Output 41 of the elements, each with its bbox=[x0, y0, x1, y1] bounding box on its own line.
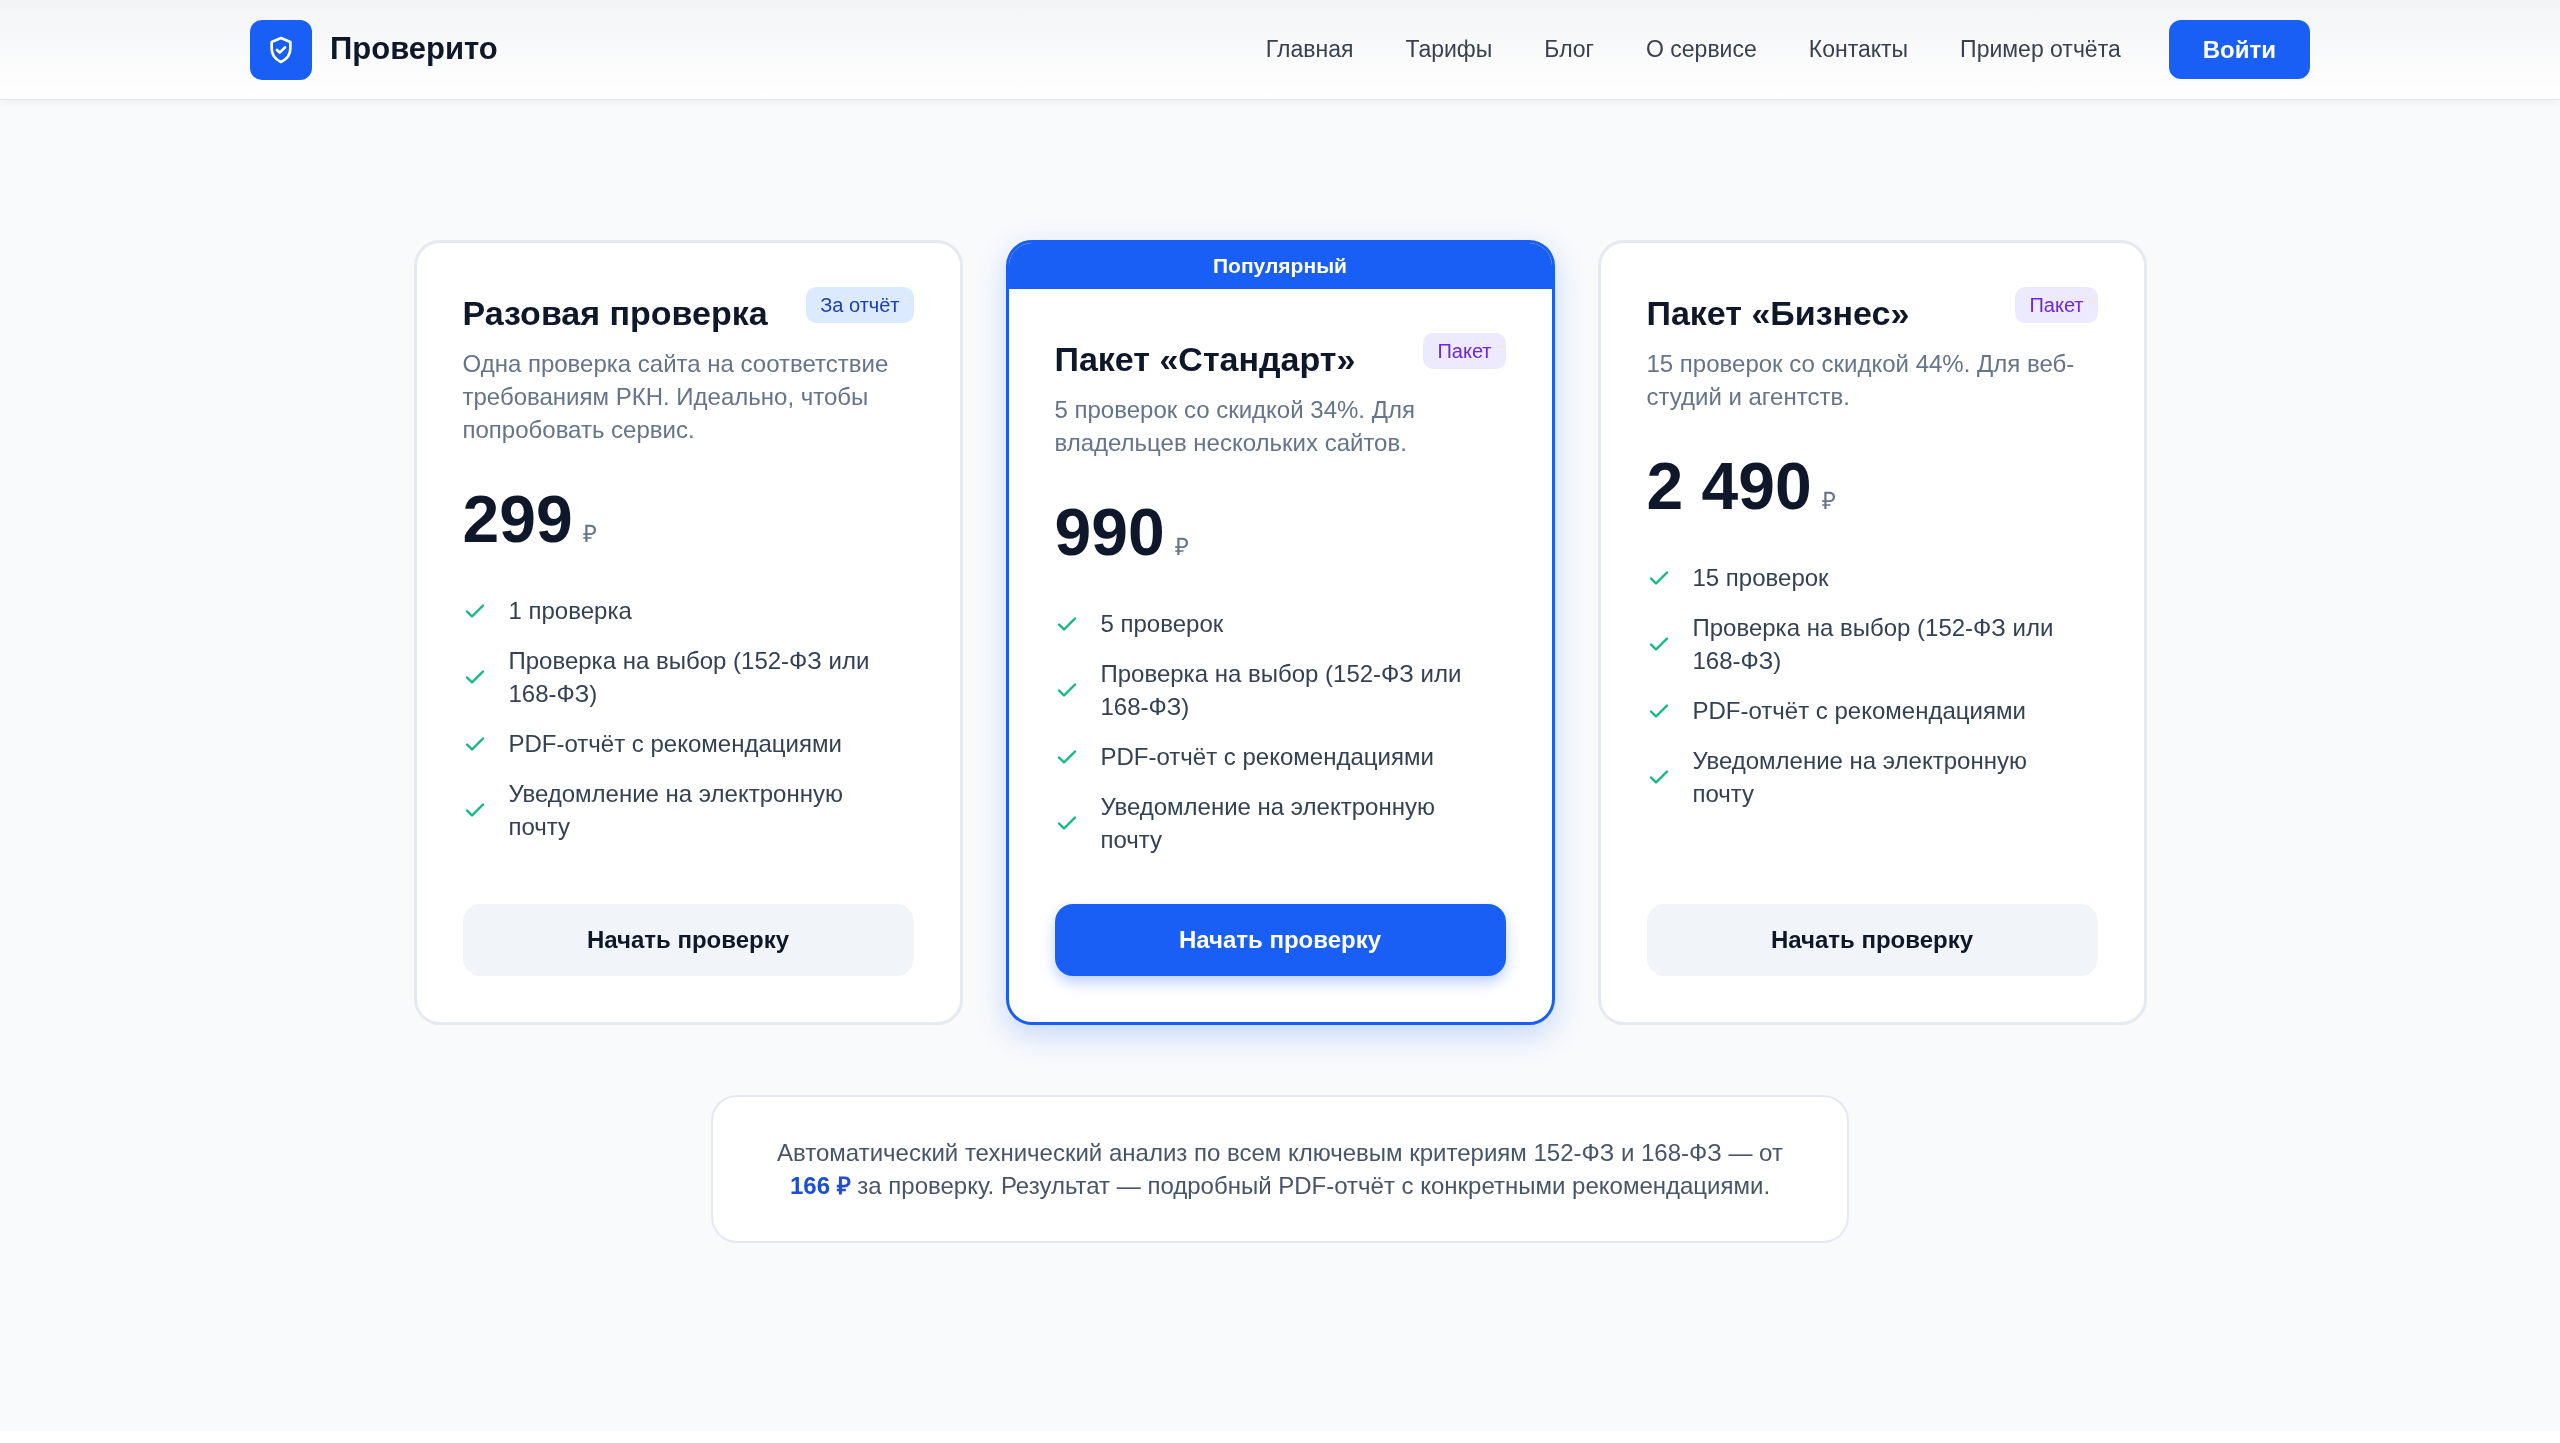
plan-price: 990 bbox=[1054, 499, 1165, 566]
nav-link[interactable]: Блог bbox=[1544, 32, 1594, 67]
feature-text: Уведомление на электронную почту bbox=[508, 779, 844, 843]
nav-link[interactable]: Тарифы bbox=[1405, 32, 1493, 67]
plan-title: Пакет «Стандарт» bbox=[1054, 339, 1356, 380]
plan-tag: Пакет bbox=[1423, 333, 1506, 369]
brand-name[interactable]: Проверито bbox=[330, 26, 498, 73]
plan-tag: Пакет bbox=[2015, 287, 2098, 323]
start-check-button[interactable]: Начать проверку bbox=[462, 904, 914, 977]
feature-text: Проверка на выбор (152-ФЗ или 168-ФЗ) bbox=[1692, 613, 2055, 677]
feature-text: Уведомление на электронную почту bbox=[1692, 746, 2028, 810]
currency-sign: ₽ bbox=[582, 519, 597, 550]
plan-description: Одна проверка сайта на соответствие требованиям РКН. Идеально, чтобы попробовать сервис. bbox=[462, 349, 890, 446]
feature-text: Уведомление на электронную почту bbox=[1100, 792, 1436, 856]
plan-description: 15 проверок со скидкой 44%. Для веб-студий и агентств. bbox=[1646, 349, 2076, 413]
nav-link[interactable]: Контакты bbox=[1808, 32, 1909, 67]
currency-sign: ₽ bbox=[1174, 532, 1189, 563]
nav-link[interactable]: Главная bbox=[1265, 32, 1354, 67]
info-note-text: Автоматический технический анализ по всем ключевым критериям 152-ФЗ и 168-ФЗ — от 166 ₽ за проверку. Результат — подробный PDF-отчёт с конкретными рекомендациями. bbox=[776, 1138, 1784, 1202]
plan-price: 2 490 bbox=[1646, 453, 1812, 520]
feature-text: Проверка на выбор (152-ФЗ или 168-ФЗ) bbox=[508, 646, 871, 710]
feature-text: PDF-отчёт с рекомендациями bbox=[508, 729, 842, 760]
feature-text: Проверка на выбор (152-ФЗ или 168-ФЗ) bbox=[1100, 659, 1463, 723]
plan-description: 5 проверок со скидкой 34%. Для владельцев нескольких сайтов. bbox=[1054, 395, 1416, 459]
nav-link[interactable]: О сервисе bbox=[1646, 32, 1757, 67]
login-button[interactable]: Войти bbox=[2168, 20, 2310, 79]
plan-title: Пакет «Бизнес» bbox=[1646, 293, 1910, 334]
feature-text: 1 проверка bbox=[508, 596, 632, 627]
feature-text: PDF-отчёт с рекомендациями bbox=[1100, 742, 1434, 773]
plan-tag: За отчёт bbox=[806, 287, 914, 323]
currency-sign: ₽ bbox=[1821, 486, 1836, 517]
feature-text: 5 проверок bbox=[1100, 609, 1224, 640]
feature-text: 15 проверок bbox=[1692, 563, 1829, 594]
start-check-button[interactable]: Начать проверку bbox=[1054, 904, 1506, 977]
plan-title: Разовая проверка bbox=[462, 293, 768, 334]
popular-ribbon: Популярный bbox=[1008, 243, 1552, 289]
feature-text: PDF-отчёт с рекомендациями bbox=[1692, 696, 2026, 727]
shield-logo-icon bbox=[250, 19, 312, 80]
nav-link[interactable]: Пример отчёта bbox=[1960, 32, 2121, 67]
start-check-button[interactable]: Начать проверку bbox=[1646, 904, 2098, 977]
plan-price: 299 bbox=[462, 486, 573, 553]
